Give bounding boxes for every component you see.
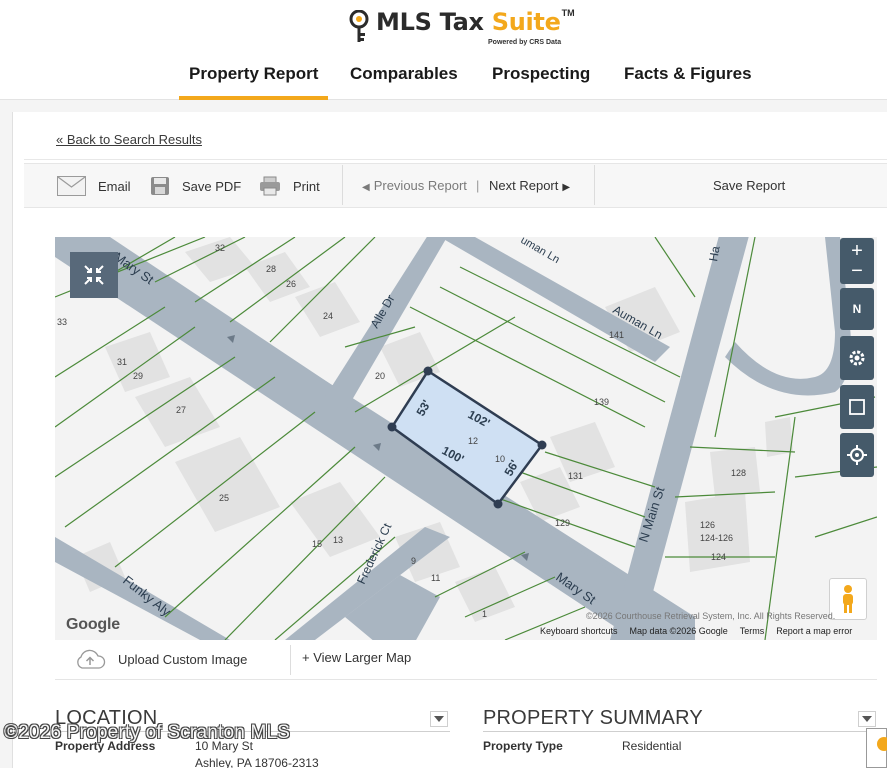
previous-report-label: Previous Report bbox=[373, 178, 467, 193]
upload-custom-image-button[interactable]: Upload Custom Image bbox=[74, 648, 247, 670]
collapse-arrows-icon bbox=[84, 265, 104, 285]
parcel-1: 1 bbox=[482, 609, 487, 619]
toolbar-divider-2 bbox=[594, 165, 595, 205]
map-copyright: ©2026 Courthouse Retrieval System, Inc. … bbox=[586, 611, 836, 621]
email-label: Email bbox=[98, 178, 131, 194]
parcel-9: 9 bbox=[411, 556, 416, 566]
collapse-map-button[interactable] bbox=[70, 252, 118, 298]
trademark: TM bbox=[561, 8, 575, 18]
tab-prospecting[interactable]: Prospecting bbox=[492, 64, 590, 84]
parcel-32: 32 bbox=[215, 243, 225, 253]
summary-rule bbox=[483, 731, 876, 732]
brand-name: MLS Tax Suite bbox=[376, 6, 561, 38]
chevron-down-icon bbox=[434, 716, 444, 722]
parcel-128: 128 bbox=[731, 468, 746, 478]
property-type-label: Property Type bbox=[483, 739, 563, 753]
map-footer: Keyboard shortcuts Map data ©2026 Google… bbox=[540, 626, 852, 636]
zoom-out-button[interactable]: − bbox=[851, 261, 863, 281]
map-canvas: Mary St Mary St Alle Dr uman Ln Auman Ln… bbox=[55, 237, 877, 640]
terms-link[interactable]: Terms bbox=[740, 626, 765, 636]
next-report-label: Next Report bbox=[489, 178, 559, 193]
parcel-10: 10 bbox=[495, 454, 505, 464]
parcel-124: 124 bbox=[711, 552, 726, 562]
caret-left-icon: ◀ bbox=[362, 182, 370, 193]
previous-report-button[interactable]: ◀ Previous Report bbox=[362, 178, 467, 193]
report-map-error-link[interactable]: Report a map error bbox=[776, 626, 852, 636]
gear-icon bbox=[849, 350, 865, 366]
tab-facts-figures[interactable]: Facts & Figures bbox=[624, 64, 752, 84]
square-select-icon bbox=[849, 399, 865, 415]
crosshair-icon bbox=[847, 445, 867, 465]
map-actions-divider bbox=[290, 645, 291, 675]
save-pdf-label: Save PDF bbox=[182, 178, 242, 194]
email-button[interactable]: Email bbox=[57, 176, 131, 196]
print-label: Print bbox=[293, 178, 320, 194]
toolbar-divider bbox=[342, 165, 343, 205]
powered-by: Powered by CRS Data bbox=[488, 39, 562, 46]
compass-button[interactable]: N bbox=[840, 288, 874, 330]
settings-button[interactable] bbox=[840, 336, 874, 380]
help-dot-icon bbox=[877, 737, 887, 751]
next-report-button[interactable]: Next Report ▶ bbox=[489, 178, 570, 193]
parcel-27: 27 bbox=[176, 405, 186, 415]
location-collapse-toggle[interactable] bbox=[430, 711, 448, 727]
parcel-141: 141 bbox=[609, 330, 624, 340]
zoom-in-button[interactable]: + bbox=[851, 241, 863, 261]
parcel-26: 26 bbox=[286, 279, 296, 289]
parcel-15: 15 bbox=[312, 539, 322, 549]
envelope-icon bbox=[57, 176, 86, 196]
key-icon bbox=[349, 10, 369, 42]
upload-label: Upload Custom Image bbox=[118, 651, 248, 667]
parcel-129: 129 bbox=[555, 518, 570, 528]
zoom-controls: + − bbox=[840, 238, 874, 284]
brand-accent: Suite bbox=[491, 8, 561, 36]
parcel-11: 11 bbox=[431, 573, 440, 583]
compass-icon: N bbox=[852, 302, 862, 316]
main-nav: Property Report Comparables Prospecting … bbox=[0, 64, 887, 100]
parcel-29: 29 bbox=[133, 371, 143, 381]
draw-area-button[interactable] bbox=[840, 385, 874, 429]
app-header: MLS Tax Suite TM Powered by CRS Data Pro… bbox=[0, 0, 887, 100]
brand-main: MLS Tax bbox=[376, 8, 492, 36]
parcel-24: 24 bbox=[323, 311, 333, 321]
parcel-25: 25 bbox=[219, 493, 229, 503]
property-address-line2: Ashley, PA 18706-2313 bbox=[195, 756, 319, 768]
pager-separator: | bbox=[476, 178, 480, 193]
help-widget[interactable] bbox=[866, 728, 887, 768]
locate-button[interactable] bbox=[840, 433, 874, 477]
parcel-33: 33 bbox=[57, 317, 67, 327]
property-type-value: Residential bbox=[622, 739, 682, 753]
mls-watermark: ©2026 Property of Scranton MLS bbox=[4, 722, 291, 743]
google-logo: Google bbox=[66, 616, 120, 633]
caret-right-icon: ▶ bbox=[562, 182, 571, 193]
back-to-search-link[interactable]: « Back to Search Results bbox=[56, 132, 202, 147]
save-report-button[interactable]: Save Report bbox=[713, 178, 785, 193]
view-larger-map-link[interactable]: + View Larger Map bbox=[302, 650, 411, 665]
parcel-20: 20 bbox=[375, 371, 385, 381]
summary-collapse-toggle[interactable] bbox=[858, 711, 876, 727]
parcel-139: 139 bbox=[594, 397, 609, 407]
chevron-down-icon bbox=[862, 716, 872, 722]
parcel-28: 28 bbox=[266, 264, 276, 274]
parcel-31: 31 bbox=[117, 357, 127, 367]
parcel-131: 131 bbox=[568, 471, 583, 481]
pegman-icon bbox=[843, 585, 853, 613]
printer-icon bbox=[260, 176, 280, 196]
parcel-124-126: 124-126 bbox=[700, 533, 733, 543]
mls-tax-suite-logo[interactable]: MLS Tax Suite TM Powered by CRS Data bbox=[348, 6, 575, 48]
tab-property-report[interactable]: Property Report bbox=[178, 64, 329, 100]
cloud-upload-icon bbox=[77, 649, 106, 669]
keyboard-shortcuts-link[interactable]: Keyboard shortcuts bbox=[540, 626, 618, 636]
save-pdf-button[interactable]: Save PDF bbox=[150, 176, 241, 196]
parcel-12: 12 bbox=[468, 436, 478, 446]
parcel-map[interactable]: Mary St Mary St Alle Dr uman Ln Auman Ln… bbox=[55, 237, 877, 640]
map-data-text: Map data ©2026 Google bbox=[629, 626, 728, 636]
floppy-disk-icon bbox=[151, 177, 169, 195]
print-button[interactable]: Print bbox=[259, 176, 320, 196]
parcel-126: 126 bbox=[700, 520, 715, 530]
tab-comparables[interactable]: Comparables bbox=[350, 64, 458, 84]
property-summary-title: PROPERTY SUMMARY bbox=[483, 707, 703, 729]
street-label-ha: Ha bbox=[706, 245, 723, 263]
parcel-13: 13 bbox=[333, 535, 343, 545]
